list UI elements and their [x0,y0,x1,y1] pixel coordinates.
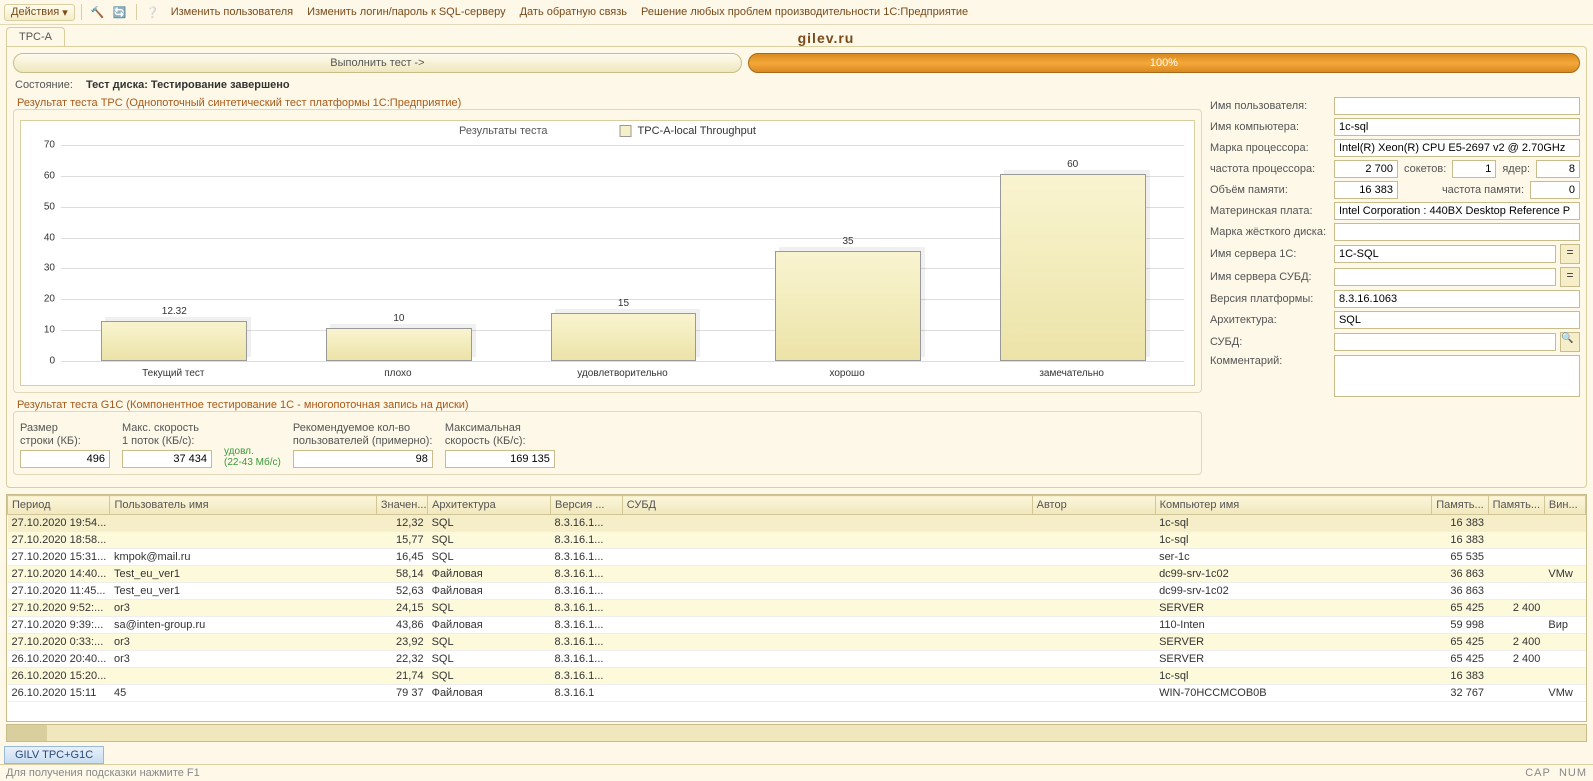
table-row[interactable]: 27.10.2020 15:31...kmpok@mail.ru16,45SQL… [8,549,1586,566]
table-header[interactable]: Компьютер имя [1155,496,1432,515]
table-header[interactable]: Значен... [376,496,427,515]
status-label: Состояние: [15,79,73,91]
results-table: ПериодПользователь имяЗначен...Архитекту… [7,495,1586,702]
lab-arch: Архитектура: [1210,314,1330,326]
inp-dbms[interactable] [1334,333,1556,351]
inp-hdd[interactable] [1334,223,1580,241]
lab-hdd: Марка жёсткого диска: [1210,226,1330,238]
g1c-rowsize-input[interactable] [20,450,110,468]
g1c-fieldset-title: Результат теста G1C (Компонентное тестир… [13,399,473,411]
table-header[interactable]: Автор [1032,496,1155,515]
refresh-icon[interactable]: 🔄 [110,2,130,22]
link-feedback[interactable]: Дать обратную связь [514,4,633,20]
lab-user: Имя пользователя: [1210,100,1330,112]
inp-ramfreq[interactable] [1530,181,1580,199]
lab-comment: Комментарий: [1210,355,1330,367]
inp-cpufreq[interactable] [1334,160,1398,178]
eq-button-1c[interactable]: = [1560,244,1580,264]
table-header[interactable]: Вин... [1544,496,1585,515]
link-change-user[interactable]: Изменить пользователя [165,4,299,20]
inp-srvdb[interactable] [1334,268,1556,286]
g1c-note: удовл. (22-43 Мб/с) [224,446,281,468]
table-row[interactable]: 27.10.2020 0:33:...or323,92SQL8.3.16.1..… [8,634,1586,651]
lab-sockets: сокетов: [1402,163,1448,175]
table-header[interactable]: Период [8,496,110,515]
inp-cpu[interactable] [1334,139,1580,157]
actions-menu[interactable]: Действия▾ [4,4,75,21]
legend-series: TPC-A-local Throughput [638,125,756,137]
table-header[interactable]: Пользователь имя [110,496,376,515]
results-table-wrap[interactable]: ПериодПользователь имяЗначен...Архитекту… [6,494,1587,722]
table-row[interactable]: 27.10.2020 14:40...Test_eu_ver158,14Файл… [8,566,1586,583]
inp-computer[interactable] [1334,118,1580,136]
table-row[interactable]: 27.10.2020 9:39:...sa@inten-group.ru43,8… [8,617,1586,634]
inp-ram[interactable] [1334,181,1398,199]
inp-arch[interactable] [1334,311,1580,329]
inp-sockets[interactable] [1452,160,1496,178]
lab-computer: Имя компьютера: [1210,121,1330,133]
lab-srvdb: Имя сервера СУБД: [1210,271,1330,283]
num-indicator: NUM [1559,767,1587,779]
table-row[interactable]: 26.10.2020 15:114579 37Файловая8.3.16.1W… [8,685,1586,702]
inp-srv1c[interactable] [1334,245,1556,263]
link-solution[interactable]: Решение любых проблем производительности… [635,4,974,20]
inp-user[interactable] [1334,97,1580,115]
g1c-recusers-label: Рекомендуемое кол-во пользователей (прим… [293,422,433,448]
actions-label: Действия [11,6,59,18]
lab-ramfreq: частота памяти: [1440,184,1526,196]
g1c-maxspeed2-label: Максимальная скорость (КБ/с): [445,422,555,448]
inp-comment[interactable] [1334,355,1580,397]
chevron-down-icon: ▾ [62,6,68,19]
table-row[interactable]: 26.10.2020 20:40...or322,32SQL8.3.16.1..… [8,651,1586,668]
g1c-maxspeed-label: Макс. скорость 1 поток (КБ/с): [122,422,212,448]
table-header[interactable]: СУБД [622,496,1032,515]
lab-platver: Версия платформы: [1210,293,1330,305]
inp-platver[interactable] [1334,290,1580,308]
table-header[interactable]: Память... [1488,496,1544,515]
status-hint: Для получения подсказки нажмите F1 [6,767,200,779]
brand-label: gilev.ru [65,30,1587,46]
hammer-icon[interactable]: 🔨 [88,2,108,22]
legend-swatch [620,125,632,137]
lab-ram: Объём памяти: [1210,184,1330,196]
lab-cpu: Марка процессора: [1210,142,1330,154]
run-test-button[interactable]: Выполнить тест -> [13,53,742,73]
tpc-chart: Результаты теста TPC-A-local Throughput … [20,120,1195,386]
g1c-maxspeed-input[interactable] [122,450,212,468]
lab-srv1c: Имя сервера 1С: [1210,248,1330,260]
lab-cores: ядер: [1500,163,1532,175]
caps-indicator: CAP [1525,767,1551,779]
chart-title: Результаты теста [459,125,548,137]
table-header[interactable]: Версия ... [551,496,623,515]
g1c-recusers-input[interactable] [293,450,433,468]
table-row[interactable]: 27.10.2020 18:58...15,77SQL8.3.16.1...1c… [8,532,1586,549]
bottom-tab[interactable]: GILV TPC+G1C [4,746,104,764]
table-row[interactable]: 27.10.2020 11:45...Test_eu_ver152,63Файл… [8,583,1586,600]
lab-dbms: СУБД: [1210,336,1330,348]
progress-bar: 100% [748,53,1580,73]
table-row[interactable]: 27.10.2020 9:52:...or324,15SQL8.3.16.1..… [8,600,1586,617]
table-row[interactable]: 26.10.2020 15:20...21,74SQL8.3.16.1...1c… [8,668,1586,685]
table-header[interactable]: Память... [1432,496,1488,515]
status-value: Тест диска: Тестирование завершено [86,79,290,91]
lab-mobo: Материнская плата: [1210,205,1330,217]
tab-tpca[interactable]: TPC-A [6,27,65,46]
search-icon[interactable]: 🔍 [1560,332,1580,352]
g1c-rowsize-label: Размер строки (КБ): [20,422,110,448]
lab-cpufreq: частота процессора: [1210,163,1330,175]
inp-mobo[interactable] [1334,202,1580,220]
table-row[interactable]: 27.10.2020 19:54...12,32SQL8.3.16.1...1c… [8,515,1586,532]
eq-button-db[interactable]: = [1560,267,1580,287]
horizontal-scrollbar[interactable] [6,724,1587,742]
g1c-maxspeed2-input[interactable] [445,450,555,468]
tpc-fieldset-title: Результат теста TPC (Однопоточный синтет… [13,97,465,109]
table-header[interactable]: Архитектура [428,496,551,515]
status-line: Состояние: Тест диска: Тестирование заве… [15,79,1578,91]
help-icon[interactable]: ❔ [143,2,163,22]
link-change-login[interactable]: Изменить логин/пароль к SQL-серверу [301,4,512,20]
inp-cores[interactable] [1536,160,1580,178]
